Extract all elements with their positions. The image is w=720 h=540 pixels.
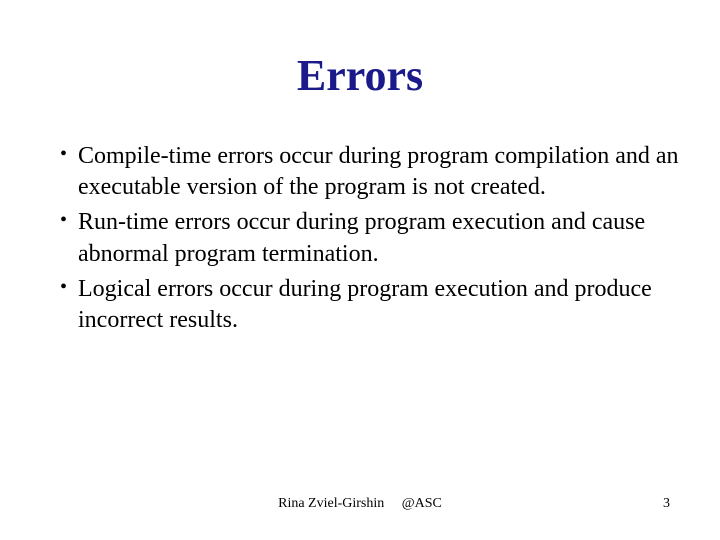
list-item: Run-time errors occur during program exe… — [60, 207, 680, 269]
slide-footer: Rina Zviel-Girshin @ASC 3 — [0, 496, 720, 512]
list-item: Compile-time errors occur during program… — [60, 141, 680, 203]
footer-author-org: Rina Zviel-Girshin @ASC — [278, 496, 442, 512]
footer-page-number: 3 — [663, 496, 670, 512]
list-item: Logical errors occur during program exec… — [60, 274, 680, 336]
slide-title: Errors — [40, 50, 680, 101]
footer-author: Rina Zviel-Girshin — [278, 496, 384, 511]
bullet-list: Compile-time errors occur during program… — [40, 141, 680, 336]
footer-org: @ASC — [402, 496, 442, 511]
